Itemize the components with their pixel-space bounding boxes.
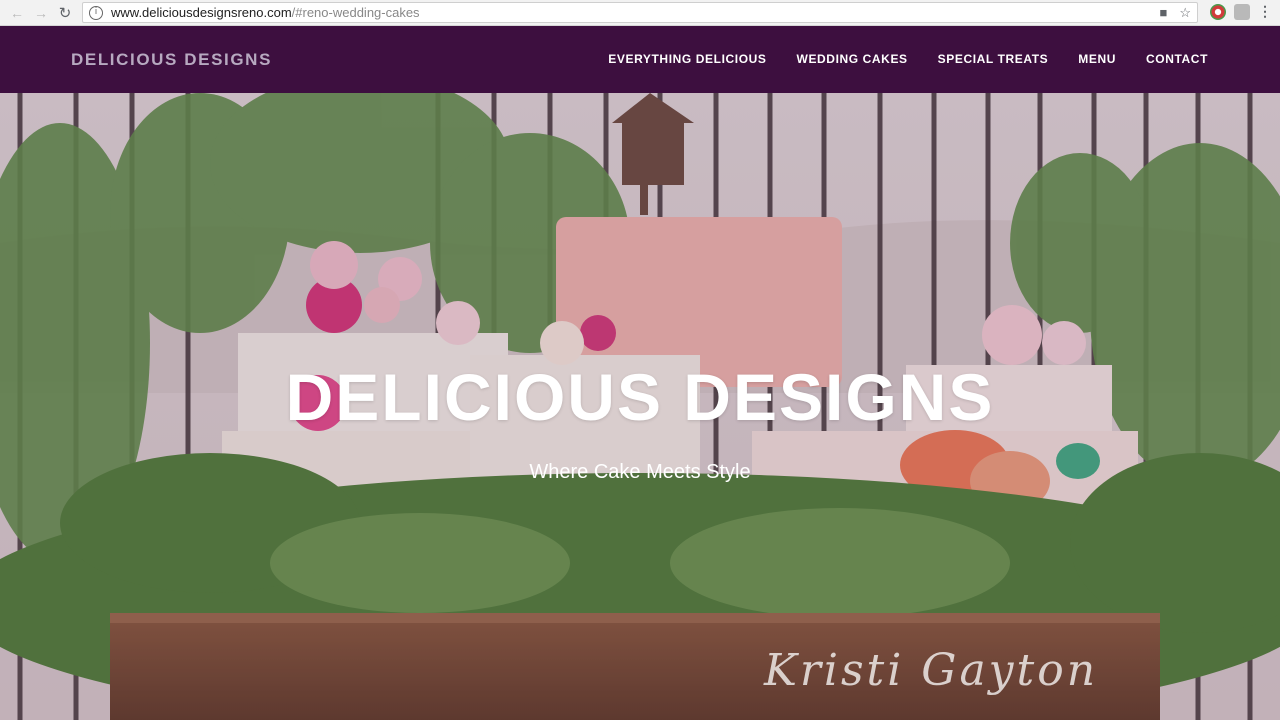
nav-menu[interactable]: MENU <box>1078 52 1116 66</box>
nav-everything-delicious[interactable]: EVERYTHING DELICIOUS <box>608 52 766 66</box>
bookmark-star-icon[interactable]: ☆ <box>1179 5 1191 21</box>
address-bar[interactable]: i www.deliciousdesignsreno.com/#reno-wed… <box>82 2 1198 23</box>
forward-arrow-icon[interactable]: → <box>30 2 52 24</box>
info-icon[interactable]: i <box>89 5 103 20</box>
url-domain: www.deliciousdesignsreno.com <box>111 5 292 20</box>
browser-toolbar: ← → ↻ i www.deliciousdesignsreno.com/#re… <box>0 0 1280 26</box>
site-header: DELICIOUS DESIGNS EVERYTHING DELICIOUS W… <box>0 26 1280 93</box>
back-arrow-icon[interactable]: ← <box>6 2 28 24</box>
url-path: /#reno-wedding-cakes <box>291 5 420 20</box>
site-logo[interactable]: DELICIOUS DESIGNS <box>71 50 272 70</box>
extension-icon[interactable] <box>1210 3 1226 20</box>
hero-subtitle: Where Cake Meets Style <box>529 461 751 483</box>
main-nav: EVERYTHING DELICIOUS WEDDING CAKES SPECI… <box>608 52 1208 66</box>
nav-wedding-cakes[interactable]: WEDDING CAKES <box>797 52 908 66</box>
reload-icon[interactable]: ↻ <box>54 2 76 24</box>
browser-menu-icon[interactable]: ⋮ <box>1258 3 1272 20</box>
camera-icon[interactable]: ■ <box>1159 5 1167 21</box>
nav-contact[interactable]: CONTACT <box>1146 52 1208 66</box>
hero-section: DELICIOUS DESIGNS Where Cake Meets Style… <box>0 93 1280 720</box>
signature-watermark: Kristi Gayton <box>764 645 1099 696</box>
extension-icon[interactable] <box>1234 3 1250 20</box>
hero-title: DELICIOUS DESIGNS <box>285 360 995 434</box>
nav-special-treats[interactable]: SPECIAL TREATS <box>938 52 1049 66</box>
